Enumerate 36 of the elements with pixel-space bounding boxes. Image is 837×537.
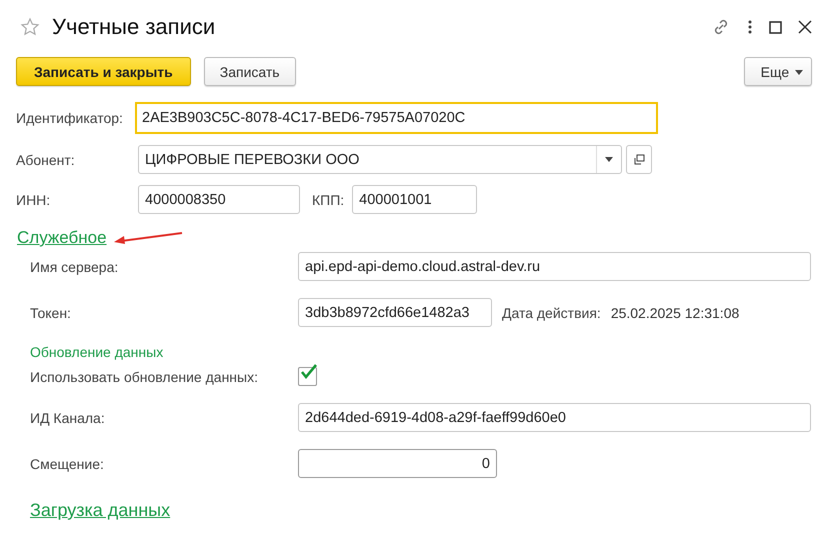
token-field[interactable]: 3db3b8972cfd66e1482a3 — [298, 298, 492, 327]
server-field[interactable]: api.epd-api-demo.cloud.astral-dev.ru — [298, 252, 811, 281]
save-close-button[interactable]: Записать и закрыть — [16, 57, 191, 86]
menu-icon[interactable] — [747, 19, 753, 35]
more-button[interactable]: Еще — [744, 57, 812, 86]
maximize-icon[interactable] — [769, 20, 782, 34]
dropdown-icon[interactable] — [605, 157, 613, 162]
field-label: Дата действия: — [502, 304, 601, 320]
service-link[interactable]: Служебное — [17, 228, 107, 248]
field-label: Токен: — [30, 304, 72, 320]
load-link[interactable]: Загрузка данных — [30, 500, 170, 521]
kpp-field[interactable]: 400001001 — [352, 185, 478, 214]
field-label: Идентификатор: — [16, 110, 124, 126]
field-label: Использовать обновление данных: — [30, 368, 259, 384]
field-label: КПП: — [312, 192, 344, 208]
select-field[interactable]: ЦИФРОВЫЕ ПЕРЕВОЗКИ ООО — [138, 145, 622, 174]
offset-field[interactable]: 0 — [298, 449, 497, 478]
pointer-arrow — [112, 231, 183, 245]
field-label: Смещение: — [30, 456, 105, 472]
save-button[interactable]: Записать — [204, 57, 296, 86]
star-icon[interactable] — [20, 17, 40, 37]
id-field[interactable]: 2AE3B903C5C-8078-4C17-BED6-79575A07020C — [135, 102, 658, 134]
field-label: ИНН: — [16, 192, 52, 208]
channel-field[interactable]: 2d644ded-6919-4d08-a29f-faeff99d60e0 — [298, 403, 811, 432]
valid-date: 25.02.2025 12:31:08 — [610, 304, 740, 320]
open-button[interactable] — [626, 145, 652, 174]
close-icon[interactable] — [798, 20, 812, 34]
field-label: Имя сервера: — [30, 258, 120, 274]
caret-icon — [795, 70, 803, 76]
open-icon — [634, 154, 644, 165]
field-label: Абонент: — [16, 152, 76, 168]
checkbox[interactable] — [298, 367, 317, 386]
window-title: Учетные записи — [52, 14, 216, 40]
inn-field[interactable]: 4000008350 — [138, 185, 300, 214]
section-heading: Обновление данных — [30, 344, 164, 360]
field-label: ИД Канала: — [30, 410, 106, 426]
